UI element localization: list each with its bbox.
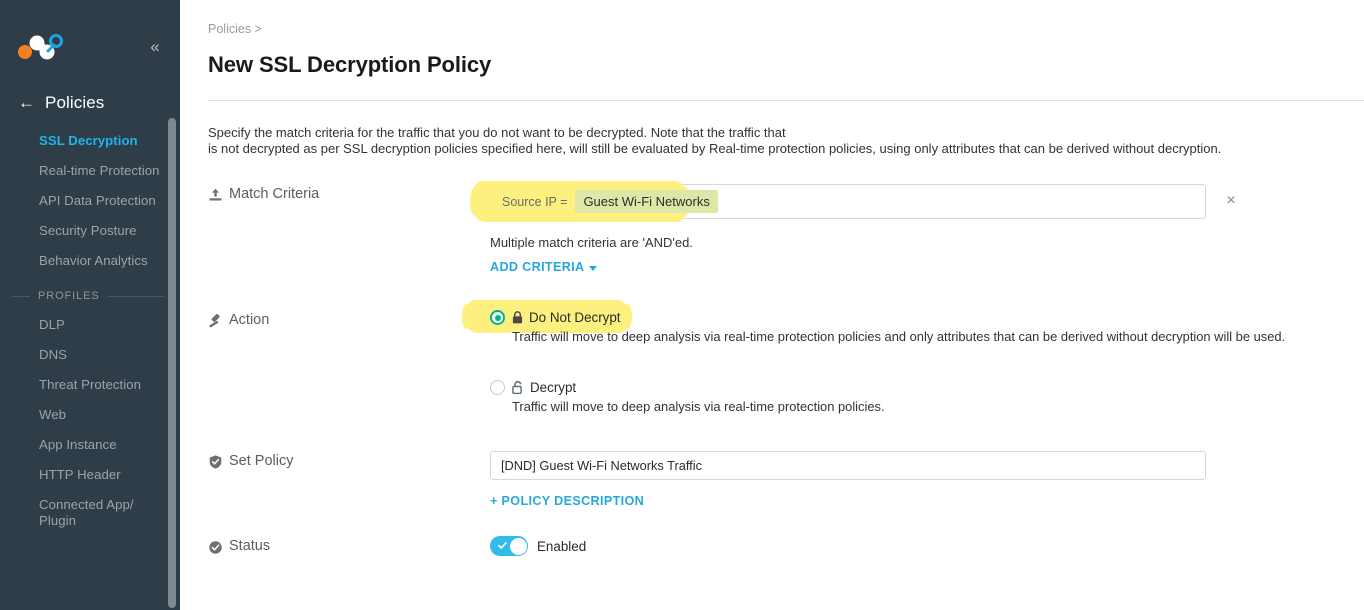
status-label-group: Status	[208, 536, 490, 555]
radio-label-do-not-decrypt[interactable]: Do Not Decrypt	[512, 310, 621, 325]
match-criteria-body: Source IP = Guest Wi-Fi Networks × Multi…	[470, 181, 1364, 276]
sidebar-back-row[interactable]: ← Policies	[0, 88, 104, 118]
policy-form: Match Criteria Source IP = Guest Wi-Fi N…	[208, 181, 1364, 556]
chevron-down-icon	[589, 265, 598, 271]
radio-do-not-decrypt[interactable]	[490, 310, 505, 325]
radio-line-decrypt[interactable]: Decrypt	[490, 380, 1364, 395]
sidebar-item-api-data-protection[interactable]: API Data Protection	[0, 186, 180, 216]
sidebar-item-web[interactable]: Web	[0, 400, 180, 430]
remove-criteria-icon[interactable]: ×	[1222, 192, 1240, 210]
radio-label-decrypt[interactable]: Decrypt	[512, 380, 576, 395]
criteria-input-box[interactable]: Source IP = Guest Wi-Fi Networks	[470, 181, 1206, 222]
sidebar-section-title: Policies	[45, 93, 105, 112]
action-body: Do Not Decrypt Traffic will move to deep…	[462, 300, 1364, 414]
policy-name-input[interactable]	[490, 451, 1206, 480]
app-root: « ← Policies SSL Decryption Real-time Pr…	[0, 0, 1364, 610]
action-option-desc-0: Traffic will move to deep analysis via r…	[512, 329, 1286, 344]
sidebar: « ← Policies SSL Decryption Real-time Pr…	[0, 0, 180, 610]
page-title: New SSL Decryption Policy	[208, 52, 492, 77]
breadcrumb-policies[interactable]: Policies >	[208, 22, 262, 36]
policy-description-button[interactable]: + POLICY DESCRIPTION	[490, 494, 644, 508]
row-set-policy: Set Policy + POLICY DESCRIPTION	[208, 451, 1364, 510]
shield-check-icon	[208, 454, 222, 470]
sidebar-item-threat-protection[interactable]: Threat Protection	[0, 370, 180, 400]
action-option-do-not-decrypt[interactable]: Do Not Decrypt Traffic will move to deep…	[462, 300, 1364, 344]
upload-icon	[208, 187, 222, 203]
sidebar-section-profiles: PROFILES	[0, 276, 180, 310]
criteria-wrap: Source IP = Guest Wi-Fi Networks ×	[470, 181, 1364, 222]
criteria-chip[interactable]: Source IP = Guest Wi-Fi Networks	[497, 190, 718, 213]
radio-decrypt[interactable]	[490, 380, 505, 395]
sidebar-item-dlp[interactable]: DLP	[0, 310, 180, 340]
policy-description-label: + POLICY DESCRIPTION	[490, 494, 645, 508]
divider-left	[12, 295, 30, 297]
title-divider	[208, 100, 1364, 101]
sidebar-item-real-time-protection[interactable]: Real-time Protection	[0, 156, 180, 186]
criteria-chip-value[interactable]: Guest Wi-Fi Networks	[575, 190, 718, 213]
action-option-decrypt[interactable]: Decrypt Traffic will move to deep analys…	[490, 380, 1364, 414]
add-criteria-label: ADD CRITERIA	[490, 260, 585, 274]
check-icon	[497, 540, 507, 550]
sidebar-item-http-header[interactable]: HTTP Header	[0, 460, 180, 490]
sidebar-item-dns[interactable]: DNS	[0, 340, 180, 370]
status-body: Enabled	[490, 536, 1364, 556]
status-toggle-label: Enabled	[537, 538, 587, 554]
toggle-knob	[509, 537, 527, 555]
divider-right	[107, 295, 164, 297]
action-option-label-1: Decrypt	[530, 380, 577, 395]
match-criteria-label: Match Criteria	[229, 186, 320, 202]
row-action: Action Do Not Decrypt Traffic will move …	[208, 300, 1364, 414]
sidebar-nav: SSL Decryption Real-time Protection API …	[0, 126, 180, 610]
action-option-desc-1: Traffic will move to deep analysis via r…	[512, 399, 885, 414]
intro-line-1: Specify the match criteria for the traff…	[208, 125, 786, 140]
lock-open-icon	[512, 381, 524, 394]
set-policy-label-group: Set Policy	[208, 451, 490, 470]
netskope-logo[interactable]	[17, 33, 65, 61]
intro-text: Specify the match criteria for the traff…	[208, 125, 1364, 156]
breadcrumb: Policies >	[208, 22, 1364, 36]
back-arrow-icon[interactable]: ←	[18, 94, 36, 112]
lock-closed-icon	[512, 311, 523, 324]
sidebar-section-label: PROFILES	[38, 290, 100, 302]
main-content: Policies > New SSL Decryption Policy Spe…	[180, 0, 1364, 610]
sidebar-item-connected-app-plugin[interactable]: Connected App/ Plugin	[0, 490, 180, 536]
action-label-group: Action	[208, 310, 490, 329]
sidebar-scrollbar[interactable]	[168, 118, 176, 608]
sidebar-header: «	[0, 0, 180, 92]
action-options-spacer	[490, 344, 1364, 380]
row-status: Status Enabled	[208, 536, 1364, 556]
sidebar-item-security-posture[interactable]: Security Posture	[0, 216, 180, 246]
sidebar-item-behavior-analytics[interactable]: Behavior Analytics	[0, 246, 180, 276]
collapse-sidebar-icon[interactable]: «	[146, 38, 164, 56]
status-toggle[interactable]	[490, 536, 528, 556]
radio-line-do-not-decrypt[interactable]: Do Not Decrypt	[490, 310, 1364, 325]
criteria-hint: Multiple match criteria are 'AND'ed.	[490, 235, 693, 250]
circle-check-icon	[208, 539, 222, 555]
set-policy-body: + POLICY DESCRIPTION	[490, 451, 1364, 510]
intro-line-2: is not decrypted as per SSL decryption p…	[208, 140, 1222, 156]
row-match-criteria: Match Criteria Source IP = Guest Wi-Fi N…	[208, 181, 1364, 276]
sidebar-item-app-instance[interactable]: App Instance	[0, 430, 180, 460]
sidebar-item-ssl-decryption[interactable]: SSL Decryption	[0, 126, 180, 156]
criteria-chip-key: Source IP =	[502, 194, 568, 209]
gavel-icon	[208, 313, 222, 329]
status-label: Status	[229, 538, 271, 554]
add-criteria-button[interactable]: ADD CRITERIA	[490, 260, 598, 274]
match-criteria-label-group: Match Criteria	[208, 184, 490, 203]
action-label: Action	[229, 312, 270, 328]
status-toggle-row: Enabled	[490, 536, 1364, 556]
set-policy-label: Set Policy	[229, 453, 294, 469]
action-option-label-0: Do Not Decrypt	[529, 310, 621, 325]
